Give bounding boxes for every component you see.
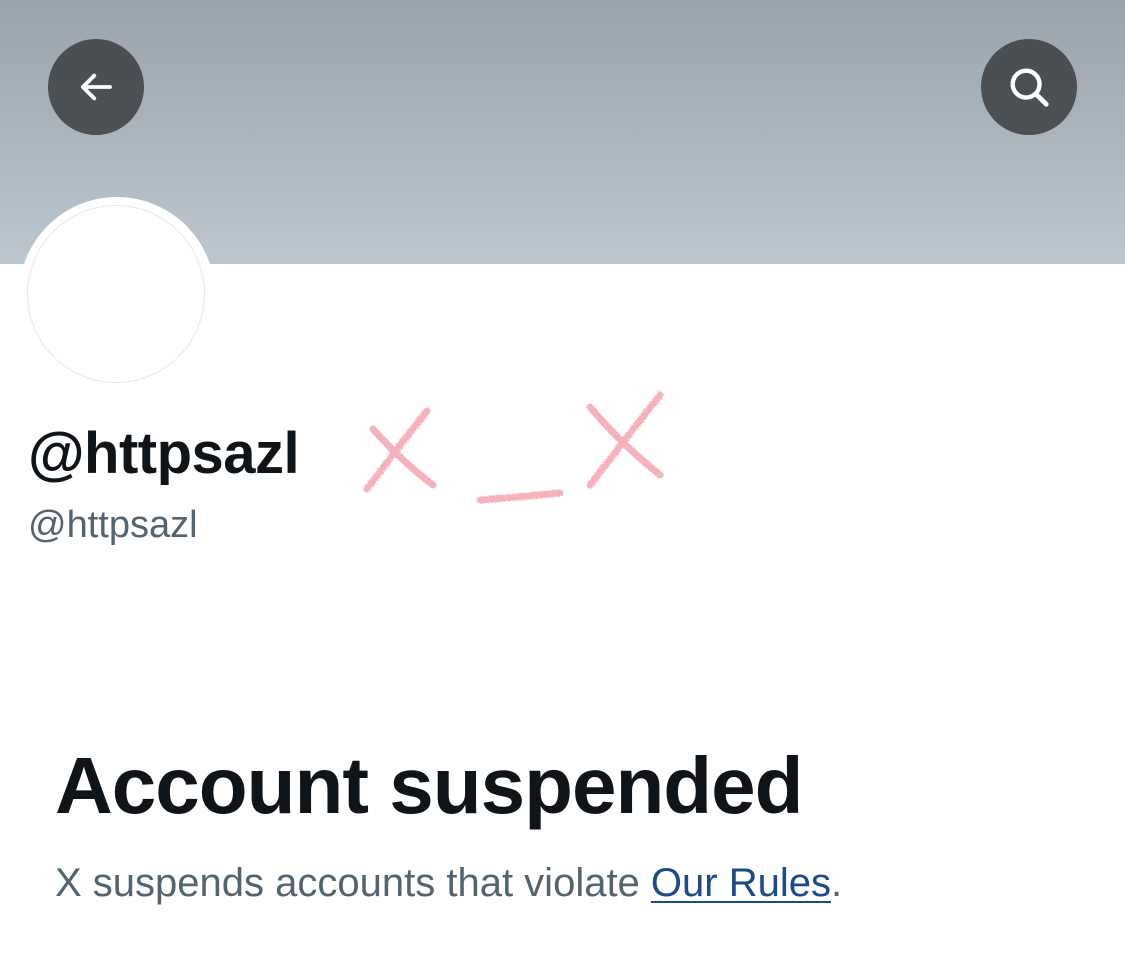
avatar[interactable] [27, 205, 205, 383]
suspension-title: Account suspended [55, 741, 804, 830]
x-face-doodle [363, 391, 664, 504]
search-button[interactable] [981, 39, 1077, 135]
our-rules-link[interactable]: Our Rules [651, 861, 831, 905]
display-name: @httpsazl [28, 421, 300, 486]
message-suffix: . [830, 861, 843, 905]
back-button[interactable] [48, 39, 144, 135]
arrow-left-icon [80, 73, 112, 101]
search-icon [1010, 68, 1049, 107]
message-prefix: X suspends accounts that violate [55, 861, 651, 905]
username-handle: @httpsazl [28, 504, 198, 546]
suspension-message: X suspends accounts that violate Our Rul… [55, 858, 842, 908]
